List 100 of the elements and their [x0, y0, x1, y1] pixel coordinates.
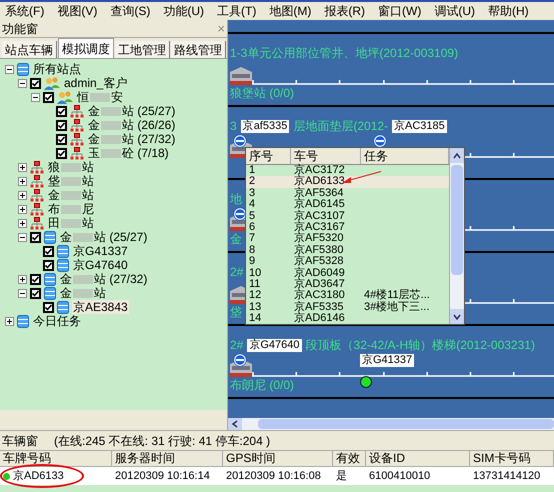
tab[interactable]: 路线管理: [171, 41, 226, 58]
minus-circle-icon[interactable]: [373, 134, 387, 148]
tree-item[interactable]: 田 站: [47, 216, 95, 230]
network-icon: [30, 188, 44, 202]
vehicle-tag[interactable]: 京G41337: [360, 354, 414, 367]
menu-item[interactable]: 系统(F): [5, 2, 44, 20]
popup-row[interactable]: 6 京AC3167: [246, 222, 449, 234]
vehicle-tag[interactable]: 京AC3185: [392, 120, 447, 132]
checkbox[interactable]: [43, 92, 54, 102]
column-header[interactable]: GPS时间: [223, 451, 333, 466]
vehicle-tag[interactable]: 京af5335: [240, 120, 290, 132]
popup-row[interactable]: 11 京AD3647: [246, 278, 449, 290]
popup-row[interactable]: 13 京AF5335 3#楼地下三...: [246, 302, 449, 314]
checkbox[interactable]: [43, 246, 54, 256]
tree-item[interactable]: 金 站 (26/26): [87, 118, 176, 132]
tree-item[interactable]: 金 站: [47, 188, 95, 202]
minus-circle-icon[interactable]: [233, 353, 247, 367]
popup-row[interactable]: 2 京AD6133: [246, 176, 449, 188]
checkbox[interactable]: [56, 148, 67, 158]
popup-row[interactable]: 12 京AC3180 4#楼11层芯...: [246, 290, 449, 302]
expand-icon[interactable]: [5, 316, 14, 326]
expand-icon[interactable]: [18, 204, 27, 214]
menu-item[interactable]: 窗口(W): [378, 2, 422, 20]
checkbox[interactable]: [30, 78, 41, 88]
tree-item[interactable]: 垡 站: [47, 174, 95, 188]
popup-row[interactable]: 7 京AF5320: [246, 233, 449, 245]
status-summary: (在线:245 不在线: 31 行驶: 41 停车:204 ): [54, 432, 270, 450]
tree-item[interactable]: 京G41337: [72, 244, 129, 258]
vehicle-tag[interactable]: 京G47640: [247, 338, 302, 352]
column-header[interactable]: SIM卡号码: [470, 451, 554, 466]
menu-item[interactable]: 地图(M): [269, 2, 312, 20]
expand-icon[interactable]: [18, 274, 27, 284]
scrollbar-thumb[interactable]: [258, 419, 554, 429]
scroll-up-button[interactable]: [450, 148, 464, 163]
tab[interactable]: 工地管理: [115, 41, 170, 58]
scrollbar-thumb[interactable]: [451, 165, 463, 275]
checkbox[interactable]: [43, 260, 54, 270]
minus-circle-icon[interactable]: [233, 134, 247, 148]
tree-item[interactable]: 今日任务: [32, 314, 82, 328]
popup-row[interactable]: 3 京AF5364: [246, 188, 449, 200]
menu-item[interactable]: 工具(T): [217, 2, 256, 20]
scroll-down-button[interactable]: [450, 309, 464, 324]
collapse-icon[interactable]: [18, 78, 27, 88]
column-header[interactable]: 设备ID: [366, 451, 470, 466]
lane-title: 段顶板（32-42/A-H轴）楼梯(2012-003231): [306, 337, 535, 354]
menu-item[interactable]: 视图(V): [57, 2, 98, 20]
collapse-icon[interactable]: [31, 92, 40, 102]
lane-title: 1-3单元公用部位管井、地坪(2012-003109): [230, 45, 458, 62]
menu-item[interactable]: 功能(U): [163, 2, 204, 20]
network-icon: [30, 216, 44, 230]
popup-row[interactable]: 8 京AF5380: [246, 244, 449, 256]
checkbox[interactable]: [56, 134, 67, 144]
tree-item[interactable]: 金 站 (27/32): [59, 272, 148, 286]
collapse-icon[interactable]: [5, 64, 14, 74]
popup-row[interactable]: 5 京AC3107: [246, 210, 449, 222]
tree-item[interactable]: admin_客户: [63, 76, 128, 90]
tab[interactable]: 站点车辆: [2, 41, 57, 58]
tab[interactable]: 模拟调度: [58, 38, 114, 58]
collapse-icon[interactable]: [18, 288, 27, 298]
menu-item[interactable]: 报表(R): [324, 2, 365, 20]
menu-item[interactable]: 帮助(H): [488, 2, 529, 20]
popup-row[interactable]: 4 京AD6145: [246, 199, 449, 211]
expand-icon[interactable]: [18, 190, 27, 200]
expand-icon[interactable]: [18, 176, 27, 186]
tree-item[interactable]: 狼 站: [47, 160, 95, 174]
menu-item[interactable]: 查询(S): [110, 2, 150, 20]
network-icon: [70, 132, 84, 146]
scroll-left-button[interactable]: [228, 418, 242, 430]
checkbox[interactable]: [43, 302, 54, 312]
tree-item[interactable]: 布 尼: [47, 202, 95, 216]
collapse-icon[interactable]: [18, 232, 27, 242]
tree-item[interactable]: 金 站 (25/27): [87, 104, 176, 118]
checkbox[interactable]: [56, 106, 67, 116]
tree-item[interactable]: 所有站点: [32, 62, 82, 76]
column-header[interactable]: 车号: [291, 148, 361, 164]
expand-icon[interactable]: [18, 218, 27, 228]
checkbox[interactable]: [30, 274, 41, 284]
tree-item[interactable]: 恒 安: [76, 90, 124, 104]
expand-icon[interactable]: [18, 162, 27, 172]
menu-item[interactable]: 调试(U): [434, 2, 475, 20]
column-header[interactable]: 服务器时间: [112, 451, 223, 466]
tree-item[interactable]: 京G47640: [72, 258, 129, 272]
popup-row[interactable]: 1 京AC3172: [246, 165, 449, 176]
blurred-text: [61, 204, 81, 214]
tree-item[interactable]: 金 站 (25/27): [59, 230, 148, 244]
database-icon: [57, 300, 69, 314]
checkbox[interactable]: [56, 120, 67, 130]
tree-item[interactable]: 玉 砼 (7/18): [87, 146, 170, 160]
checkbox[interactable]: [30, 288, 41, 298]
tree-item[interactable]: 金 站 (27/32): [87, 132, 176, 146]
tree-item[interactable]: 金 站: [59, 286, 107, 300]
checkbox[interactable]: [30, 232, 41, 242]
column-header[interactable]: 车牌号码: [0, 451, 112, 466]
column-header[interactable]: 有效: [333, 451, 366, 466]
popup-row[interactable]: 9 京AF5328: [246, 256, 449, 268]
tree-item[interactable]: 京AE3843: [72, 300, 129, 314]
popup-row[interactable]: 10 京AD6049: [246, 268, 449, 279]
popup-row[interactable]: 14 京AD6146: [246, 313, 449, 324]
database-icon: [44, 272, 56, 286]
column-header[interactable]: 序号: [246, 148, 291, 164]
